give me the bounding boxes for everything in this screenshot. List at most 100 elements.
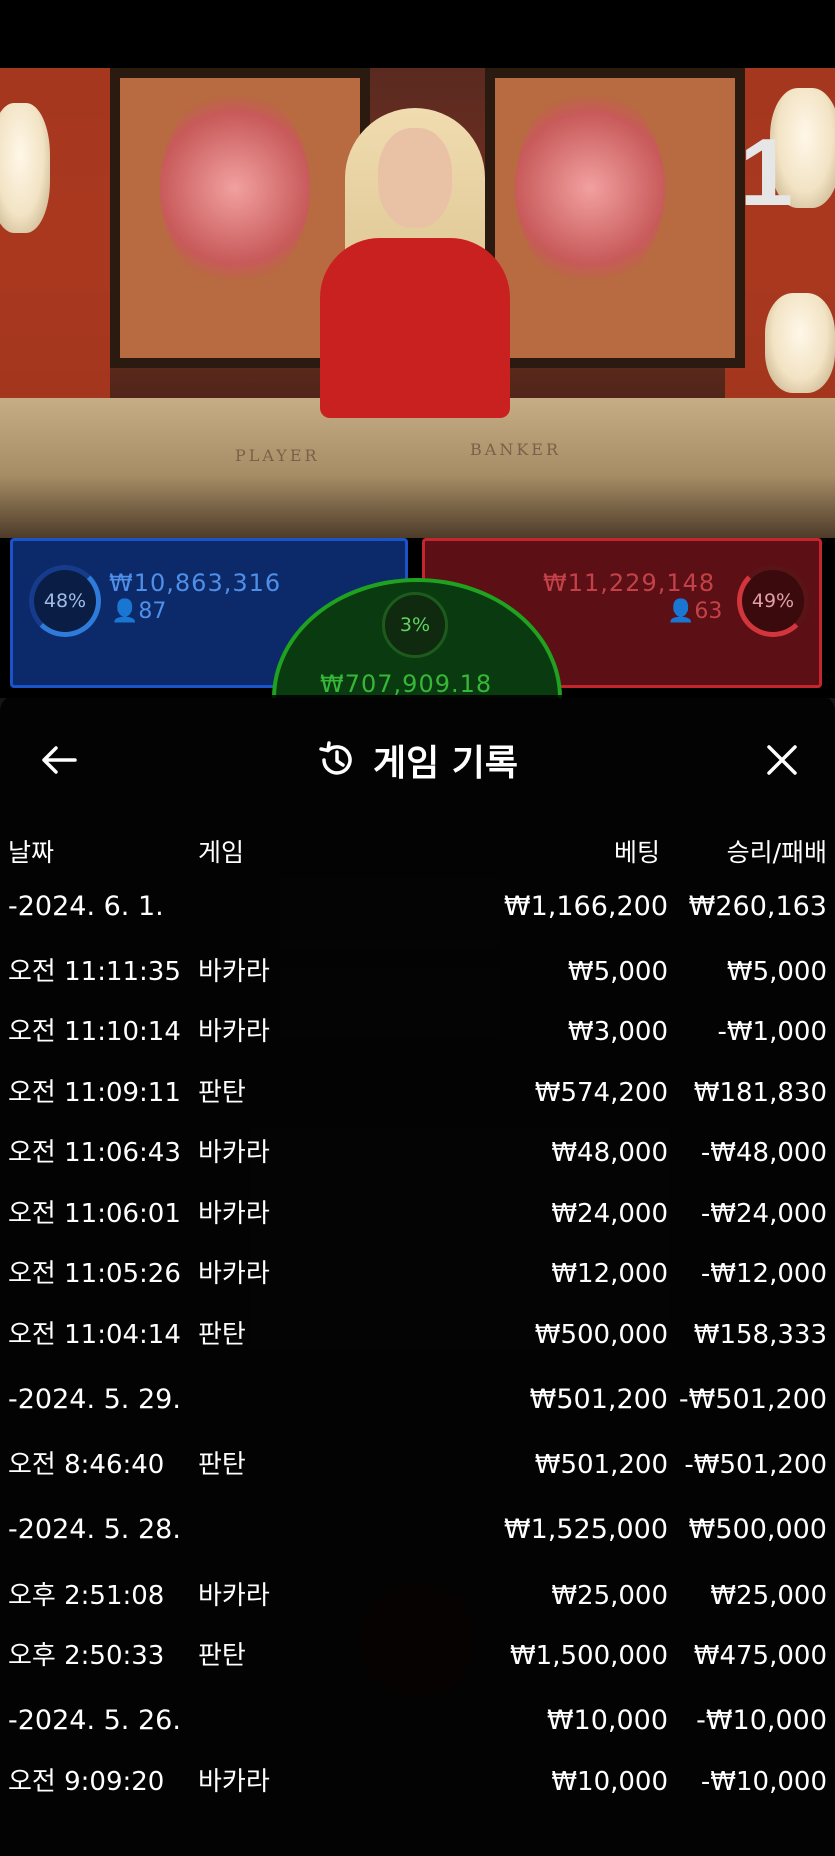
modal-title: 게임 기록 — [372, 743, 518, 784]
row-bet: ₩1,525,000 — [503, 1514, 668, 1545]
row-time: 오전 8:46:40 — [8, 1450, 165, 1480]
game-history-modal: 게임 기록 날짜 게임 베팅 승리/패배 -2024. 6. 1. ₩1,166,… — [0, 695, 835, 1856]
date-group-row[interactable]: -2024. 5. 26. ₩10,000 -₩10,000 — [0, 1691, 835, 1751]
row-result: ₩25,000 — [710, 1581, 827, 1611]
lantern — [0, 103, 50, 233]
row-time: 오전 11:10:14 — [8, 1017, 181, 1047]
tie-percent-ring: 3% — [382, 592, 448, 658]
row-time: 오후 2:51:08 — [8, 1581, 165, 1611]
row-time: 오전 9:09:20 — [8, 1767, 165, 1797]
modal-header: 게임 기록 — [0, 695, 835, 825]
felt-banker-label: BANKER — [470, 440, 561, 459]
history-row[interactable]: 오전 11:06:43 바카라 ₩48,000 -₩48,000 — [0, 1123, 835, 1183]
row-bet: ₩10,000 — [551, 1767, 668, 1797]
row-time: 오전 11:06:01 — [8, 1199, 181, 1229]
row-result: -₩24,000 — [700, 1199, 827, 1229]
row-result: ₩260,163 — [688, 891, 827, 922]
row-bet: ₩574,200 — [534, 1078, 668, 1108]
row-bet: ₩500,000 — [534, 1320, 668, 1350]
history-row[interactable]: 오전 11:10:14 바카라 ₩3,000 -₩1,000 — [0, 1002, 835, 1062]
row-date: -2024. 5. 29. — [8, 1384, 181, 1415]
user-icon: 👤 — [667, 599, 695, 624]
history-row[interactable]: 오전 11:06:01 바카라 ₩24,000 -₩24,000 — [0, 1184, 835, 1244]
row-game: 판탄 — [198, 1450, 246, 1480]
row-game: 바카라 — [198, 957, 270, 987]
banker-bet-amount: ₩11,229,148 — [543, 569, 716, 597]
user-icon: 👤 — [111, 599, 139, 624]
tie-bet-amount: ₩707,909.18 — [320, 670, 493, 698]
row-bet: ₩1,500,000 — [509, 1641, 668, 1671]
row-result: -₩10,000 — [700, 1767, 827, 1797]
row-bet: ₩501,200 — [534, 1450, 668, 1480]
row-game: 판탄 — [198, 1320, 246, 1350]
column-header-bet: 베팅 — [613, 838, 660, 867]
history-row[interactable]: 오후 2:50:33 판탄 ₩1,500,000 ₩475,000 — [0, 1626, 835, 1686]
row-bet: ₩10,000 — [546, 1705, 668, 1736]
close-x-icon — [767, 745, 797, 775]
row-time: 오전 11:05:26 — [8, 1259, 181, 1289]
row-time: 오전 11:06:43 — [8, 1138, 181, 1168]
row-result: -₩1,000 — [717, 1017, 827, 1047]
player-percent-ring: 48% — [29, 565, 101, 637]
blossom-tree — [160, 88, 310, 288]
status-bar — [0, 0, 835, 68]
banker-count: 👤63 — [667, 599, 722, 624]
row-result: ₩475,000 — [693, 1641, 827, 1671]
row-date: -2024. 5. 26. — [8, 1705, 181, 1736]
baccarat-table — [0, 398, 835, 538]
banker-percent-ring: 49% — [737, 565, 809, 637]
row-time: 오전 11:09:11 — [8, 1078, 181, 1108]
row-result: ₩181,830 — [693, 1078, 827, 1108]
dealer-face — [378, 128, 452, 228]
row-result: ₩158,333 — [693, 1320, 827, 1350]
row-result: -₩10,000 — [696, 1705, 827, 1736]
row-result: -₩12,000 — [700, 1259, 827, 1289]
history-row[interactable]: 오전 11:04:14 판탄 ₩500,000 ₩158,333 — [0, 1305, 835, 1365]
row-game: 바카라 — [198, 1767, 270, 1797]
history-row[interactable]: 오전 11:09:11 판탄 ₩574,200 ₩181,830 — [0, 1063, 835, 1123]
player-count: 👤87 — [111, 599, 166, 624]
close-button[interactable] — [759, 737, 805, 783]
date-group-row[interactable]: -2024. 5. 29. ₩501,200 -₩501,200 — [0, 1370, 835, 1430]
row-game: 판탄 — [198, 1078, 246, 1108]
row-game: 바카라 — [198, 1199, 270, 1229]
row-bet: ₩501,200 — [529, 1384, 668, 1415]
row-game: 바카라 — [198, 1259, 270, 1289]
row-bet: ₩24,000 — [551, 1199, 668, 1229]
round-number: 1 — [739, 119, 793, 226]
row-bet: ₩12,000 — [551, 1259, 668, 1289]
player-bet-amount: ₩10,863,316 — [109, 569, 282, 597]
date-group-row[interactable]: -2024. 5. 28. ₩1,525,000 ₩500,000 — [0, 1500, 835, 1560]
row-bet: ₩5,000 — [567, 957, 668, 987]
felt-player-label: PLAYER — [235, 446, 320, 465]
row-result: -₩501,200 — [684, 1450, 827, 1480]
row-date: -2024. 5. 28. — [8, 1514, 181, 1545]
lantern — [765, 293, 835, 393]
history-row[interactable]: 오전 11:11:35 바카라 ₩5,000 ₩5,000 — [0, 942, 835, 1002]
row-date: -2024. 6. 1. — [8, 891, 164, 922]
player-count-value: 87 — [138, 599, 167, 624]
row-game: 바카라 — [198, 1138, 270, 1168]
blossom-tree — [515, 88, 665, 288]
banker-count-value: 63 — [694, 599, 723, 624]
row-game: 바카라 — [198, 1581, 270, 1611]
bet-board: 48% ₩10,863,316 👤87 ₩11,229,148 👤63 49% … — [0, 538, 835, 818]
row-bet: ₩25,000 — [551, 1581, 668, 1611]
dealer-body — [320, 238, 510, 418]
row-bet: ₩1,166,200 — [503, 891, 668, 922]
column-header-game: 게임 — [198, 838, 245, 867]
dealer-video: PLAYER BANKER 1 — [0, 68, 835, 538]
history-row[interactable]: 오전 11:05:26 바카라 ₩12,000 -₩12,000 — [0, 1244, 835, 1304]
row-bet: ₩3,000 — [567, 1017, 668, 1047]
history-row[interactable]: 오후 2:51:08 바카라 ₩25,000 ₩25,000 — [0, 1566, 835, 1626]
history-row[interactable]: 오전 8:46:40 판탄 ₩501,200 -₩501,200 — [0, 1435, 835, 1495]
row-time: 오전 11:04:14 — [8, 1320, 181, 1350]
row-game: 판탄 — [198, 1641, 246, 1671]
history-row[interactable]: 오전 9:09:20 바카라 ₩10,000 -₩10,000 — [0, 1752, 835, 1812]
column-header-date: 날짜 — [8, 838, 55, 867]
row-result: -₩501,200 — [678, 1384, 827, 1415]
row-result: ₩500,000 — [688, 1514, 827, 1545]
date-group-row[interactable]: -2024. 6. 1. ₩1,166,200 ₩260,163 — [0, 877, 835, 937]
row-time: 오전 11:11:35 — [8, 957, 181, 987]
row-bet: ₩48,000 — [551, 1138, 668, 1168]
